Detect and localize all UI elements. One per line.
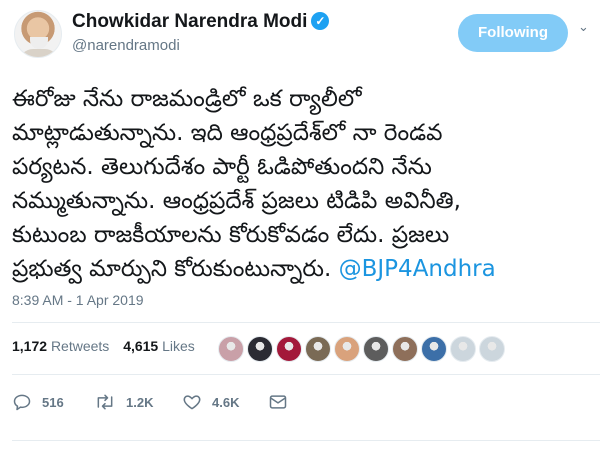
likes-label: Likes [162, 338, 195, 354]
retweet-button[interactable]: 1.2K [94, 390, 153, 414]
author-avatar[interactable] [14, 10, 62, 58]
liker-avatar-10[interactable] [479, 336, 505, 362]
divider [12, 440, 600, 441]
heart-icon [183, 395, 201, 410]
retweet-count: 1.2K [126, 394, 154, 410]
liker-avatar-5[interactable] [334, 336, 360, 362]
mention-link[interactable]: @BJP4Andhra [339, 256, 496, 282]
reply-count: 516 [42, 394, 64, 410]
liker-avatar-7[interactable] [392, 336, 418, 362]
author-name[interactable]: Chowkidar Narendra Modi ✓ [72, 11, 330, 33]
direct-message-icon [269, 395, 287, 409]
tweet-line: మాట్లాడుతున్నాను. ఇది ఆంధ్రప్రదేశ్‌లో నా… [12, 120, 443, 146]
retweets-stat[interactable]: 1,172 Retweets [12, 338, 109, 354]
divider [12, 322, 600, 323]
tweet-header: Chowkidar Narendra Modi ✓ @narendramodi F… [0, 0, 600, 70]
author-handle[interactable]: @narendramodi [72, 37, 180, 54]
reply-button[interactable]: 516 [12, 390, 64, 414]
like-button[interactable]: 4.6K [182, 390, 239, 414]
tweet-line: నమ్ముతున్నాను. ఆంధ్రప్రదేశ్ ప్రజలు టిడిప… [12, 188, 461, 214]
liker-avatar-9[interactable] [450, 336, 476, 362]
tweet-timestamp[interactable]: 8:39 AM - 1 Apr 2019 [12, 292, 144, 308]
liker-avatar-6[interactable] [363, 336, 389, 362]
tweet-line: కుటుంబ రాజకీయాలను కోరుకోవడం లేదు. ప్రజలు [12, 222, 450, 248]
tweet-last-line: ప్రభుత్వ మార్పుని కోరుకుంటున్నారు. @BJP4… [12, 252, 596, 286]
chevron-down-icon[interactable]: ⌄ [578, 20, 589, 35]
tweet-line-text: ప్రభుత్వ మార్పుని కోరుకుంటున్నారు. [12, 256, 332, 282]
avatar-beard [30, 37, 48, 49]
liker-avatar-8[interactable] [421, 336, 447, 362]
retweet-icon [97, 394, 113, 410]
verified-badge-icon: ✓ [311, 12, 330, 30]
tweet-line: పర్యటన. తెలుగుదేశం పార్టీ ఓడిపోతుందని నే… [12, 154, 432, 180]
avatar-body [19, 49, 59, 57]
liker-avatar-2[interactable] [247, 336, 273, 362]
tweet-line: ఈరోజు నేను రాజమండ్రిలో ఒక ర్యాలీలో [12, 86, 362, 112]
retweets-count: 1,172 [12, 338, 48, 354]
likes-stat[interactable]: 4,615 Likes [123, 338, 195, 354]
divider [12, 374, 600, 375]
engagement-stats: 1,172 Retweets 4,615 Likes [12, 338, 205, 354]
likes-count: 4,615 [123, 338, 159, 354]
like-count: 4.6K [212, 394, 240, 410]
tweet-text: ఈరోజు నేను రాజమండ్రిలో ఒక ర్యాలీలో మాట్ల… [12, 82, 596, 286]
liker-avatar-1[interactable] [218, 336, 244, 362]
liker-avatar-4[interactable] [305, 336, 331, 362]
author-display-name[interactable]: Chowkidar Narendra Modi [72, 11, 307, 32]
following-button[interactable]: Following [458, 14, 568, 52]
reply-icon [13, 394, 31, 411]
liker-avatar-3[interactable] [276, 336, 302, 362]
retweets-label: Retweets [50, 338, 110, 354]
direct-message-button[interactable] [268, 390, 288, 414]
